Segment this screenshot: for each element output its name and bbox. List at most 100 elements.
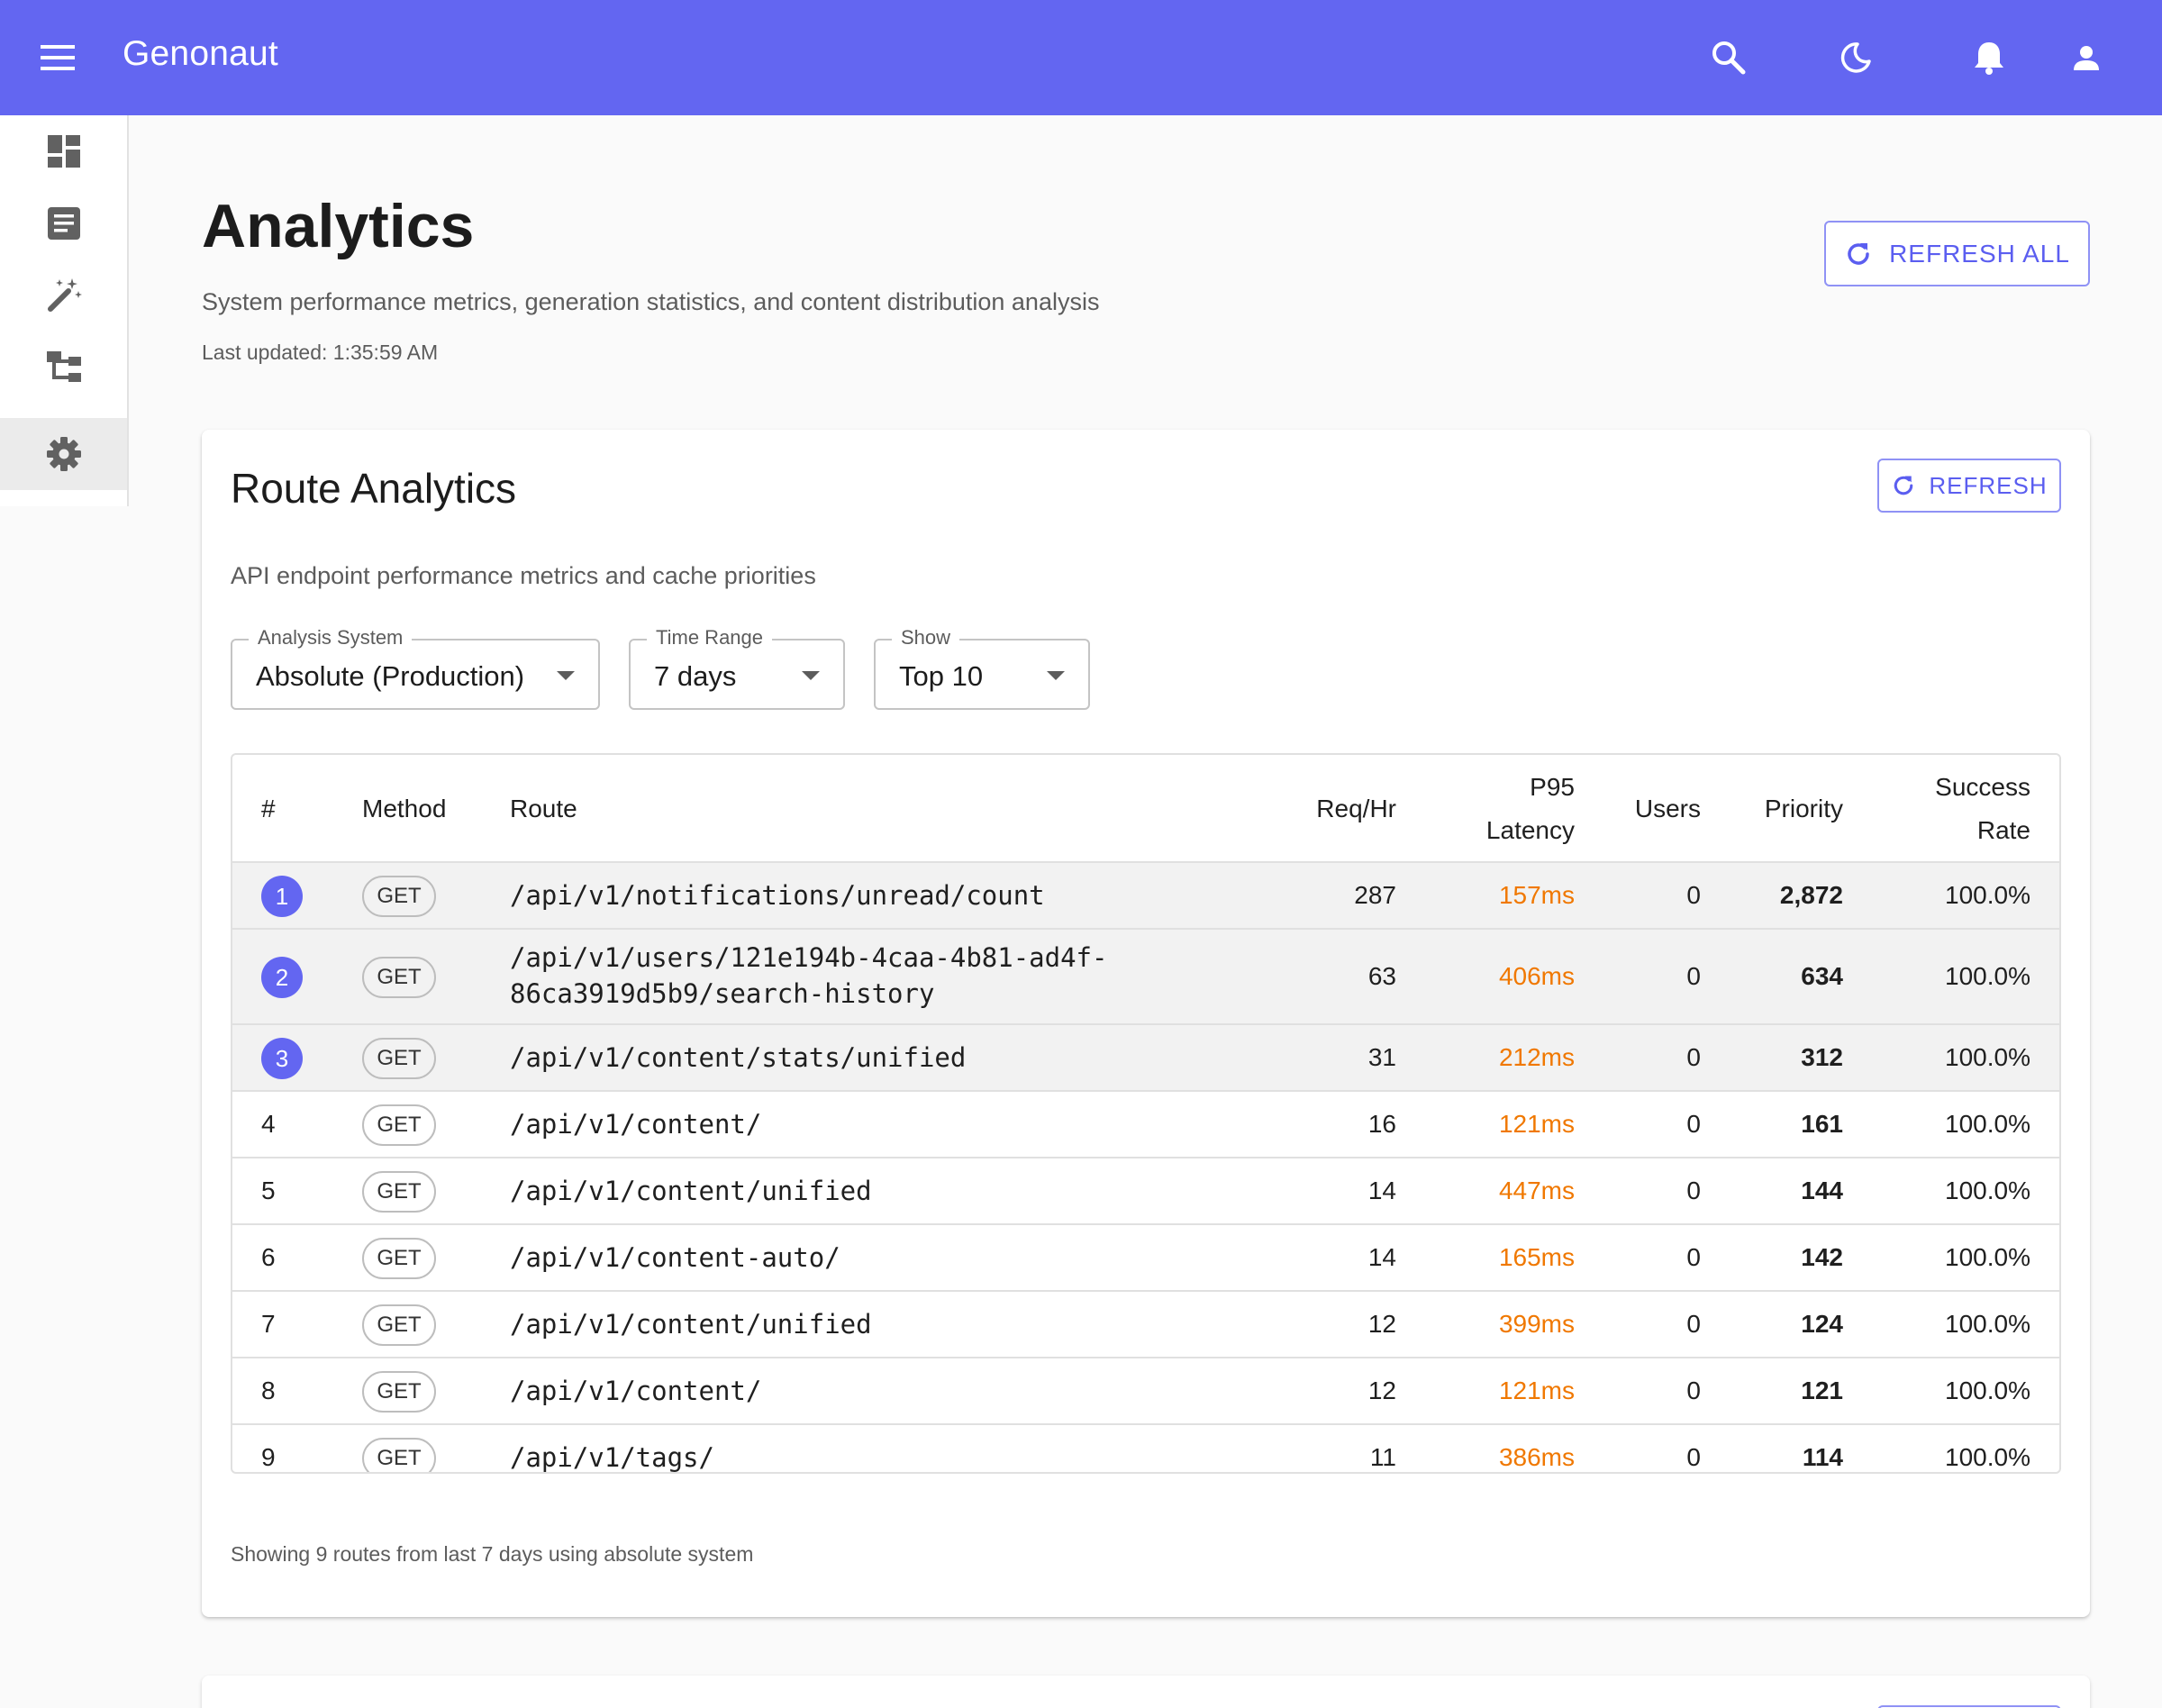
time-range-value: 7 days bbox=[654, 660, 737, 692]
method-chip: GET bbox=[362, 1371, 436, 1413]
sidebar-item-content[interactable] bbox=[0, 187, 127, 259]
route-path: /api/v1/content/ bbox=[510, 1376, 762, 1406]
route-path: /api/v1/tags/ bbox=[510, 1442, 714, 1473]
sidebar-item-generate[interactable] bbox=[0, 259, 127, 332]
menu-icon[interactable] bbox=[36, 36, 79, 79]
account-icon[interactable] bbox=[2065, 36, 2108, 79]
sidebar-item-dashboard[interactable] bbox=[0, 115, 127, 187]
analysis-system-label: Analysis System bbox=[249, 626, 413, 650]
page-title: Analytics bbox=[202, 192, 475, 260]
priority-value: 144 bbox=[1801, 1177, 1843, 1204]
table-row[interactable]: 7 GET/api/v1/content/unified 12 399ms 0 124 10… bbox=[232, 1292, 2059, 1358]
time-range-select[interactable]: Time Range 7 days bbox=[629, 626, 845, 710]
col-success-line2: Rate bbox=[1976, 816, 2030, 844]
rank-number: 9 bbox=[261, 1443, 276, 1471]
col-req-hr: Req/Hr bbox=[1316, 795, 1396, 822]
p95-latency-value: 121ms bbox=[1498, 1376, 1575, 1404]
route-path: /api/v1/content/unified bbox=[510, 1309, 872, 1340]
users-value: 0 bbox=[1686, 1110, 1701, 1138]
method-chip: GET bbox=[362, 1238, 436, 1279]
chevron-down-icon bbox=[1047, 671, 1065, 680]
route-path-line1: /api/v1/users/121e194b-4caa-4b81-ad4f- bbox=[510, 942, 1108, 973]
table-row[interactable]: 4 GET/api/v1/content/16 121ms 0 161 100.0% bbox=[232, 1092, 2059, 1158]
users-value: 0 bbox=[1686, 1376, 1701, 1404]
last-updated: Last updated: 1:35:59 AM bbox=[202, 341, 439, 364]
table-row[interactable]: 5 GET/api/v1/content/unified 14 447ms 0 144 10… bbox=[232, 1158, 2059, 1225]
method-chip: GET bbox=[362, 957, 436, 998]
col-users: Users bbox=[1634, 795, 1701, 822]
route-path: /api/v1/content/ bbox=[510, 1109, 762, 1140]
req-hr-value: 14 bbox=[1367, 1243, 1396, 1271]
success-rate-value: 100.0% bbox=[1945, 881, 2030, 909]
req-hr-value: 31 bbox=[1367, 1043, 1396, 1071]
p95-latency-value: 399ms bbox=[1498, 1310, 1575, 1338]
rank-badge: 2 bbox=[261, 957, 303, 998]
refresh-icon bbox=[1894, 476, 1913, 495]
col-method: Method bbox=[362, 795, 447, 822]
req-hr-value: 12 bbox=[1367, 1376, 1396, 1404]
table-row[interactable]: 6 GET/api/v1/content-auto/14 165ms 0 142 100.… bbox=[232, 1225, 2059, 1292]
magic-wand-icon bbox=[47, 278, 82, 312]
p95-latency-value: 157ms bbox=[1498, 881, 1575, 909]
priority-value: 161 bbox=[1801, 1110, 1843, 1138]
priority-value: 142 bbox=[1801, 1243, 1843, 1271]
req-hr-value: 12 bbox=[1367, 1310, 1396, 1338]
chevron-down-icon bbox=[557, 671, 575, 680]
chevron-down-icon bbox=[802, 671, 820, 680]
users-value: 0 bbox=[1686, 962, 1701, 990]
route-path: /api/v1/notifications/unread/count bbox=[510, 880, 1045, 911]
sidebar bbox=[0, 115, 129, 506]
dark-mode-icon[interactable] bbox=[1834, 36, 1877, 79]
route-path: /api/v1/content-auto/ bbox=[510, 1242, 840, 1273]
users-value: 0 bbox=[1686, 1243, 1701, 1271]
table-row[interactable]: 2 GET/api/v1/users/121e194b-4caa-4b81-ad4… bbox=[232, 930, 2059, 1025]
rank-number: 7 bbox=[261, 1310, 276, 1338]
page-subtitle: System performance metrics, generation s… bbox=[202, 288, 1100, 315]
route-path-line2: 86ca3919d5b9/search-history bbox=[510, 978, 935, 1009]
rank-badge: 3 bbox=[261, 1038, 303, 1079]
col-success-rate: Success Rate bbox=[1935, 766, 2030, 852]
search-icon[interactable] bbox=[1707, 36, 1750, 79]
success-rate-value: 100.0% bbox=[1945, 1443, 2030, 1471]
method-chip: GET bbox=[362, 1038, 436, 1079]
method-chip: GET bbox=[362, 1438, 436, 1472]
table-row[interactable]: 9 GET/api/v1/tags/11 386ms 0 114 100.0% bbox=[232, 1425, 2059, 1473]
app-title[interactable]: Genonaut bbox=[123, 34, 278, 74]
sidebar-item-settings[interactable] bbox=[0, 418, 127, 490]
p95-latency-value: 386ms bbox=[1498, 1443, 1575, 1471]
sidebar-item-hierarchy[interactable] bbox=[0, 332, 127, 404]
priority-value: 312 bbox=[1801, 1043, 1843, 1071]
users-value: 0 bbox=[1686, 1177, 1701, 1204]
article-icon bbox=[47, 207, 80, 240]
success-rate-value: 100.0% bbox=[1945, 1376, 2030, 1404]
p95-latency-value: 165ms bbox=[1498, 1243, 1575, 1271]
method-chip: GET bbox=[362, 876, 436, 917]
p95-latency-value: 447ms bbox=[1498, 1177, 1575, 1204]
col-p95-line1: P95 bbox=[1530, 773, 1575, 801]
hierarchy-icon bbox=[46, 351, 81, 382]
table-row[interactable]: 8 GET/api/v1/content/12 121ms 0 121 100.0% bbox=[232, 1358, 2059, 1425]
notifications-icon[interactable] bbox=[1967, 36, 2011, 79]
settings-icon bbox=[46, 437, 81, 471]
success-rate-value: 100.0% bbox=[1945, 1110, 2030, 1138]
users-value: 0 bbox=[1686, 1043, 1701, 1071]
route-path: /api/v1/users/121e194b-4caa-4b81-ad4f- 86… bbox=[510, 940, 1107, 1012]
refresh-all-button[interactable]: REFRESH ALL bbox=[1824, 221, 2090, 286]
success-rate-value: 100.0% bbox=[1945, 962, 2030, 990]
rank-number: 4 bbox=[261, 1110, 276, 1138]
req-hr-value: 11 bbox=[1369, 1443, 1396, 1471]
route-analytics-card: Route Analytics REFRESH API endpoint per… bbox=[202, 430, 2090, 1617]
show-select[interactable]: Show Top 10 bbox=[874, 626, 1090, 710]
refresh-button[interactable]: REFRESH bbox=[1877, 459, 2061, 513]
users-value: 0 bbox=[1686, 881, 1701, 909]
analysis-system-select[interactable]: Analysis System Absolute (Production) bbox=[231, 626, 600, 710]
col-rank: # bbox=[261, 795, 276, 822]
priority-value: 634 bbox=[1801, 962, 1843, 990]
table-row[interactable]: 3 GET/api/v1/content/stats/unified 31 212ms… bbox=[232, 1025, 2059, 1092]
dashboard-icon bbox=[47, 135, 80, 168]
refresh-icon bbox=[1848, 242, 1869, 265]
table-header: # Method Route Req/Hr P95 Latency Users … bbox=[232, 755, 2059, 863]
col-priority: Priority bbox=[1764, 795, 1843, 822]
priority-value: 2,872 bbox=[1779, 881, 1843, 909]
table-row[interactable]: 1 GET/api/v1/notifications/unread/count 28… bbox=[232, 863, 2059, 930]
